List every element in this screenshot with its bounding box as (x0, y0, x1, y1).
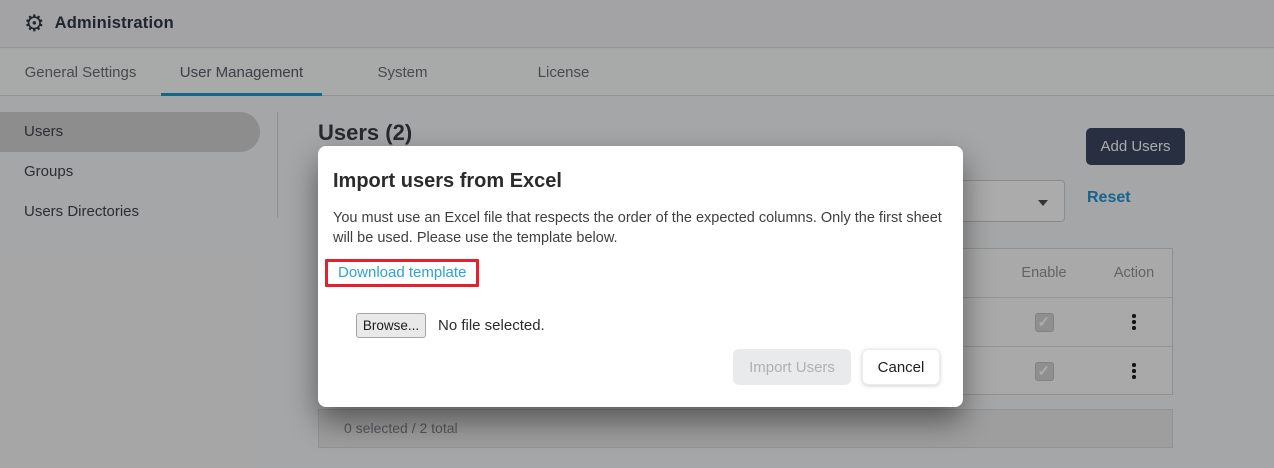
administration-screen: ⚙ Administration General Settings User M… (0, 0, 1274, 468)
file-input-row: Browse... No file selected. (356, 313, 545, 338)
download-template-link[interactable]: Download template (328, 262, 476, 284)
import-users-modal: Import users from Excel You must use an … (318, 146, 963, 407)
cancel-button[interactable]: Cancel (862, 349, 940, 385)
modal-actions: Import Users Cancel (733, 349, 940, 385)
highlight-red-box: Download template (325, 259, 480, 287)
import-users-button[interactable]: Import Users (733, 349, 851, 385)
file-status-text: No file selected. (438, 317, 545, 334)
modal-description: You must use an Excel file that respects… (333, 210, 942, 246)
browse-button[interactable]: Browse... (356, 313, 426, 338)
modal-title: Import users from Excel (333, 170, 562, 192)
